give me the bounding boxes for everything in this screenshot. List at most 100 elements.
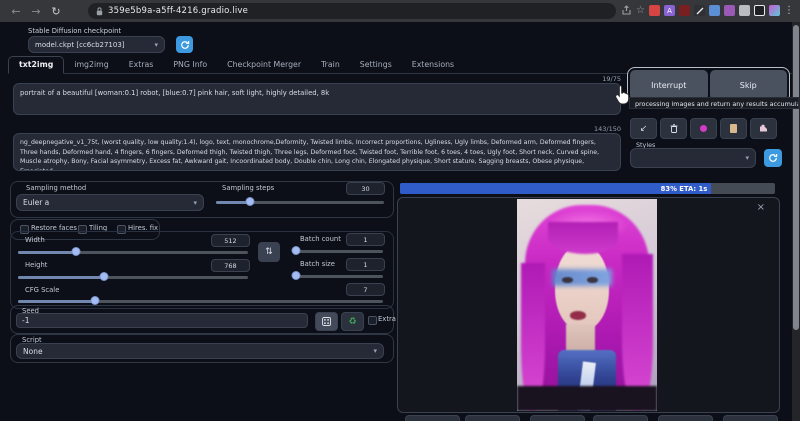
- progress-text: 83% ETA: 1s: [661, 185, 708, 193]
- styles-dropdown[interactable]: ▾: [630, 148, 756, 168]
- extension-red-icon[interactable]: [649, 5, 660, 16]
- recycle-icon: ♻: [348, 317, 356, 327]
- tab-txt2img[interactable]: txt2img: [8, 56, 64, 74]
- height-value[interactable]: 768: [211, 259, 250, 272]
- lock-icon: [96, 7, 103, 16]
- batch-size-label: Batch size: [300, 260, 335, 268]
- batch-size-value[interactable]: 1: [346, 258, 385, 271]
- reload-icon[interactable]: ↻: [46, 5, 66, 18]
- extra-seed-checkbox[interactable]: [368, 316, 377, 325]
- save-style-button[interactable]: [750, 118, 777, 139]
- batch-count-value[interactable]: 1: [346, 233, 385, 246]
- tab-train[interactable]: Train: [311, 57, 350, 73]
- checkpoint-label: Stable Diffusion checkpoint: [28, 27, 121, 35]
- apply-styles-button[interactable]: [720, 118, 747, 139]
- chevron-down-icon: ▾: [154, 41, 158, 49]
- sampling-steps-slider[interactable]: [216, 197, 384, 207]
- batch-size-slider[interactable]: [293, 271, 383, 281]
- interrupt-tooltip: processing images and return any results…: [629, 97, 799, 109]
- width-label: Width: [25, 236, 45, 244]
- extension-purple-a-icon[interactable]: A: [664, 5, 675, 16]
- extensions-row: ☆ A ⋮: [621, 5, 794, 16]
- chevron-down-icon: ▾: [745, 154, 749, 162]
- batch-count-slider[interactable]: [293, 246, 383, 256]
- menu-dots-icon[interactable]: ⋮: [784, 5, 794, 16]
- refresh-checkpoint-button[interactable]: [176, 36, 193, 53]
- tab-png-info[interactable]: PNG Info: [163, 57, 217, 73]
- gallery-action-button-6[interactable]: [723, 415, 778, 421]
- skip-button[interactable]: Skip: [710, 70, 788, 100]
- tab-img2img[interactable]: img2img: [64, 57, 118, 73]
- script-value: None: [23, 347, 43, 356]
- app-window: ← → ↻ 359e5b9a-a5ff-4216.gradio.live ☆ A: [0, 0, 800, 421]
- tab-settings[interactable]: Settings: [350, 57, 402, 73]
- paste-params-button[interactable]: ↙: [630, 118, 657, 139]
- extension-maroon-icon[interactable]: [679, 5, 690, 16]
- tab-checkpoint-merger[interactable]: Checkpoint Merger: [217, 57, 311, 73]
- sampling-steps-label: Sampling steps: [222, 184, 274, 192]
- dice-icon: [322, 317, 331, 326]
- gallery-action-button-2[interactable]: [465, 415, 520, 421]
- checkpoint-dropdown[interactable]: model.ckpt [cc6cb27103] ▾: [28, 36, 165, 53]
- refresh-icon: [768, 153, 778, 163]
- paste-arrow-icon: ↙: [640, 124, 648, 134]
- share-icon[interactable]: [621, 5, 632, 16]
- scrollbar-thumb[interactable]: [793, 25, 799, 330]
- extension-violet-icon[interactable]: [724, 5, 735, 16]
- address-bar[interactable]: 359e5b9a-a5ff-4216.gradio.live: [88, 3, 616, 19]
- progress-bar: 83% ETA: 1s: [400, 183, 775, 194]
- sampling-steps-value[interactable]: 30: [346, 182, 385, 195]
- extensions-puzzle-icon[interactable]: [739, 5, 750, 16]
- gallery-action-button-3[interactable]: [530, 415, 585, 421]
- height-slider[interactable]: [18, 272, 248, 282]
- interrupt-button[interactable]: Interrupt: [630, 70, 708, 100]
- sampling-method-value: Euler a: [23, 198, 49, 207]
- swap-dimensions-button[interactable]: ⇅: [258, 242, 280, 262]
- refresh-styles-button[interactable]: [764, 149, 782, 167]
- tab-extensions[interactable]: Extensions: [402, 57, 464, 73]
- refresh-icon: [180, 40, 190, 50]
- swap-icon: ⇅: [265, 247, 273, 257]
- width-slider[interactable]: [18, 247, 248, 257]
- script-dropdown[interactable]: None ▾: [16, 343, 384, 359]
- prompt-token-counter: 19/75: [581, 75, 621, 83]
- clipboard-icon: [730, 124, 737, 133]
- preview-image[interactable]: [517, 199, 657, 411]
- extra-networks-button[interactable]: [690, 118, 717, 139]
- cfg-scale-label: CFG Scale: [25, 286, 59, 294]
- tab-extras[interactable]: Extras: [119, 57, 164, 73]
- prompt-input[interactable]: portrait of a beautiful [woman:0.1] robo…: [13, 83, 621, 115]
- output-gallery: ×: [397, 197, 780, 413]
- hand-cursor-icon: [613, 84, 631, 110]
- extension-pen-icon[interactable]: [694, 5, 705, 16]
- clear-prompt-button[interactable]: [660, 118, 687, 139]
- extra-networks-icon: [700, 125, 707, 132]
- forward-icon[interactable]: →: [26, 5, 46, 18]
- gallery-action-button-1[interactable]: [405, 415, 460, 421]
- extension-blue-icon[interactable]: [709, 5, 720, 16]
- reuse-seed-button[interactable]: ♻: [341, 312, 364, 331]
- page-scrollbar[interactable]: [792, 22, 800, 421]
- sampling-method-dropdown[interactable]: Euler a ▾: [16, 194, 204, 211]
- batch-count-label: Batch count: [300, 235, 341, 243]
- negative-token-counter: 143/150: [581, 125, 621, 133]
- extension-colorful-icon[interactable]: [769, 5, 780, 16]
- random-seed-button[interactable]: [315, 312, 338, 331]
- back-icon[interactable]: ←: [6, 5, 26, 18]
- cfg-scale-value[interactable]: 7: [346, 283, 385, 296]
- save-style-icon: [759, 124, 768, 133]
- seed-input[interactable]: [16, 313, 308, 328]
- browser-toolbar: ← → ↻ 359e5b9a-a5ff-4216.gradio.live ☆ A: [0, 0, 800, 22]
- profile-icon[interactable]: [754, 5, 765, 16]
- negative-prompt-input[interactable]: ng_deepnegative_v1_75t, (worst quality, …: [13, 133, 621, 171]
- gallery-action-button-4[interactable]: [593, 415, 648, 421]
- close-icon[interactable]: ×: [757, 203, 765, 213]
- bookmark-star-icon[interactable]: ☆: [636, 5, 645, 16]
- extra-seed-label: Extra: [378, 315, 396, 323]
- width-value[interactable]: 512: [211, 234, 250, 247]
- url-text: 359e5b9a-a5ff-4216.gradio.live: [108, 6, 248, 16]
- checkpoint-value: model.ckpt [cc6cb27103]: [35, 41, 125, 49]
- gallery-action-button-5[interactable]: [658, 415, 713, 421]
- sampling-method-label: Sampling method: [26, 184, 86, 192]
- trash-icon: [670, 124, 678, 133]
